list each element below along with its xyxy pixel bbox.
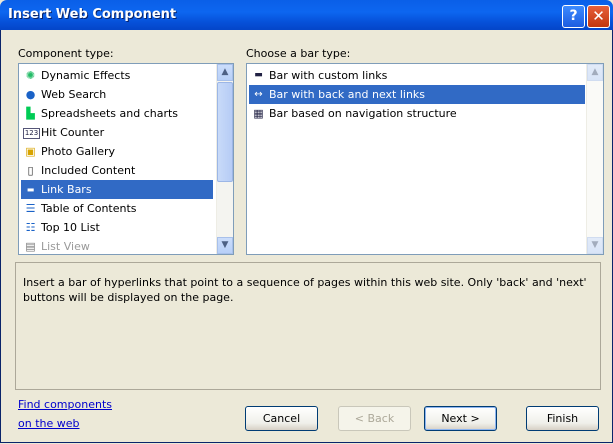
nav-structure-icon: ▦	[253, 107, 264, 120]
chevron-down-icon: ▼	[591, 240, 599, 250]
scroll-down-button[interactable]: ▼	[587, 237, 603, 254]
list-item-web-search[interactable]: ● Web Search	[21, 85, 233, 104]
scroll-down-button[interactable]: ▼	[217, 237, 233, 254]
list-item-photo-gallery[interactable]: ▣ Photo Gallery	[21, 142, 233, 161]
chevron-down-icon: ▼	[221, 240, 229, 250]
custom-links-icon: ▬	[254, 70, 263, 80]
counter-icon: 123	[23, 128, 40, 139]
right-scrollbar[interactable]: ▲ ▼	[586, 64, 603, 254]
component-type-list[interactable]: ✺ Dynamic Effects ● Web Search ▙ Spreads…	[18, 63, 234, 255]
finish-button[interactable]: Finish	[526, 406, 599, 431]
list-item-included-content[interactable]: ▯ Included Content	[21, 161, 233, 180]
list-item-custom-links[interactable]: ▬ Bar with custom links	[249, 66, 585, 85]
scroll-thumb[interactable]	[217, 82, 233, 182]
list-item-navigation-structure[interactable]: ▦ Bar based on navigation structure	[249, 104, 585, 123]
linkbar-icon: ▬	[26, 185, 35, 194]
scroll-up-button[interactable]: ▲	[587, 64, 603, 81]
component-type-label: Component type:	[18, 47, 114, 60]
bar-type-label: Choose a bar type:	[246, 47, 351, 60]
globe-icon: ●	[25, 88, 36, 101]
photo-icon: ▣	[25, 145, 36, 158]
list-item-link-bars[interactable]: ▬ Link Bars	[21, 180, 213, 199]
window-title: Insert Web Component	[8, 7, 177, 22]
close-icon: ✕	[592, 7, 605, 25]
list-item-back-next[interactable]: ↔ Bar with back and next links	[249, 85, 585, 104]
title-bar[interactable]: Insert Web Component ? ✕	[0, 0, 613, 30]
list-item-hit-counter[interactable]: 123 Hit Counter	[21, 123, 233, 142]
cancel-button[interactable]: Cancel	[245, 406, 318, 431]
find-components-link[interactable]: Find components	[18, 398, 112, 411]
back-next-icon: ↔	[254, 89, 263, 100]
list-item-table-of-contents[interactable]: ☰ Table of Contents	[21, 199, 233, 218]
help-button[interactable]: ?	[562, 5, 585, 28]
list-item-spreadsheets[interactable]: ▙ Spreadsheets and charts	[21, 104, 233, 123]
close-button[interactable]: ✕	[587, 5, 610, 28]
list-item-list-view[interactable]: ▤ List View	[21, 237, 233, 256]
list-icon: ☷	[25, 221, 36, 234]
on-the-web-link[interactable]: on the web	[18, 417, 80, 430]
list-item-top-10-list[interactable]: ☷ Top 10 List	[21, 218, 233, 237]
back-button[interactable]: < Back	[338, 406, 411, 431]
help-icon: ?	[569, 8, 578, 24]
page-icon: ▯	[27, 164, 34, 177]
next-button[interactable]: Next >	[424, 406, 497, 431]
dynamic-effects-icon: ✺	[25, 69, 36, 82]
left-scrollbar[interactable]: ▲ ▼	[216, 64, 233, 254]
list-item-dynamic-effects[interactable]: ✺ Dynamic Effects	[21, 66, 233, 85]
bar-type-list[interactable]: ▬ Bar with custom links ↔ Bar with back …	[246, 63, 604, 255]
chart-icon: ▙	[26, 107, 35, 120]
chevron-up-icon: ▲	[221, 67, 229, 77]
scroll-up-button[interactable]: ▲	[217, 64, 233, 81]
description-text: Insert a bar of hyperlinks that point to…	[23, 276, 587, 304]
chevron-up-icon: ▲	[591, 67, 599, 77]
description-panel: Insert a bar of hyperlinks that point to…	[15, 262, 601, 390]
listview-icon: ▤	[25, 240, 36, 253]
toc-icon: ☰	[25, 202, 36, 215]
